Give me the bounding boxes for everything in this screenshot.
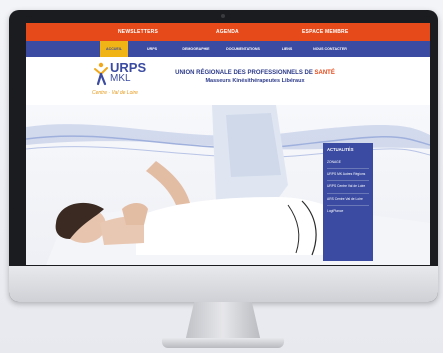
- headline-line1: UNION RÉGIONALE DES PROFESSIONNELS DE: [175, 70, 313, 76]
- member-area-link[interactable]: ESPACE MEMBRE: [302, 29, 348, 35]
- sidebar-title[interactable]: ACTUALITÉS: [327, 147, 369, 159]
- nav-urps[interactable]: URPS: [142, 41, 162, 57]
- sidebar-item-urps-centre[interactable]: URPS Centre Val de Loire: [327, 184, 369, 188]
- sidebar-divider: [327, 204, 369, 206]
- headline-accent: SANTÉ: [314, 70, 335, 76]
- website-screen: NEWSLETTERS AGENDA ESPACE MEMBRE ACCUEIL…: [26, 23, 430, 265]
- camera-icon: [221, 14, 225, 18]
- main-nav: ACCUEIL URPS DEMOGRAPHIE DOCUMENTATIONS …: [26, 41, 430, 57]
- sidebar-menu: ACTUALITÉS ZONAGE URPS MK Autres Régions…: [323, 143, 373, 261]
- site-headline: UNION RÉGIONALE DES PROFESSIONNELS DE SA…: [170, 69, 340, 85]
- sidebar-item-ars-centre[interactable]: ARS Centre Val de Loire: [327, 197, 369, 201]
- agenda-link[interactable]: AGENDA: [216, 29, 239, 35]
- sidebar-divider: [327, 180, 369, 182]
- sidebar-divider: [327, 192, 369, 194]
- top-utility-bar: NEWSLETTERS AGENDA ESPACE MEMBRE: [26, 23, 430, 41]
- headline-line2: Masseurs Kinésithérapeutes Libéraux: [205, 78, 305, 84]
- monitor-base: [162, 338, 284, 348]
- logo-figure-icon: [94, 62, 108, 86]
- sidebar-item-urps-other-regions[interactable]: URPS MK Autres Régions: [327, 172, 369, 176]
- site-header: URPS MKL Centre · Val de Loire UNION RÉG…: [26, 57, 430, 105]
- sidebar-item-logiplance[interactable]: LogiPlance: [327, 209, 369, 213]
- nav-home[interactable]: ACCUEIL: [100, 41, 128, 57]
- urps-mkl-logo[interactable]: URPS MKL Centre · Val de Loire: [92, 61, 148, 102]
- nav-contact[interactable]: NOUS CONTACTER: [308, 41, 352, 57]
- monitor-chin: [9, 266, 438, 302]
- sidebar-item-zonage[interactable]: ZONAGE: [327, 160, 369, 164]
- monitor-stand: [185, 302, 261, 342]
- logo-mkl-text: MKL: [110, 73, 131, 84]
- newsletters-link[interactable]: NEWSLETTERS: [118, 29, 158, 35]
- logo-region-text: Centre · Val de Loire: [92, 90, 138, 96]
- nav-documentations[interactable]: DOCUMENTATIONS: [220, 41, 266, 57]
- nav-demographie[interactable]: DEMOGRAPHIE: [176, 41, 216, 57]
- nav-liens[interactable]: LIENS: [276, 41, 298, 57]
- sidebar-divider: [327, 168, 369, 170]
- monitor-frame: NEWSLETTERS AGENDA ESPACE MEMBRE ACCUEIL…: [9, 10, 438, 302]
